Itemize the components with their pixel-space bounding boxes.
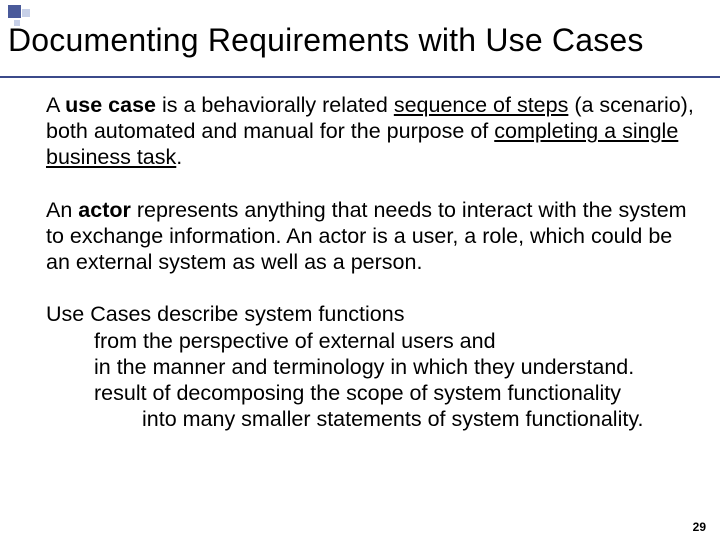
slide-title: Documenting Requirements with Use Cases <box>8 22 720 59</box>
slide-body: A use case is a behaviorally related seq… <box>46 92 695 458</box>
text: is a behaviorally related <box>156 93 394 117</box>
line: from the perspective of external users a… <box>94 328 695 354</box>
line: in the manner and terminology in which t… <box>94 354 695 380</box>
slide: Documenting Requirements with Use Cases … <box>0 0 720 540</box>
title-underline <box>0 76 720 78</box>
paragraph-describe: Use Cases describe system functions from… <box>46 301 695 432</box>
term-sequence-of-steps: sequence of steps <box>394 93 569 117</box>
line: Use Cases describe system functions <box>46 301 695 327</box>
paragraph-actor: An actor represents anything that needs … <box>46 197 695 276</box>
text: A <box>46 93 65 117</box>
term-actor: actor <box>78 198 131 222</box>
page-number: 29 <box>693 520 706 534</box>
line: into many smaller statements of system f… <box>142 406 695 432</box>
text: . <box>176 145 182 169</box>
text: An <box>46 198 78 222</box>
text: represents anything that needs to intera… <box>46 198 687 274</box>
paragraph-usecase: A use case is a behaviorally related seq… <box>46 92 695 171</box>
term-use-case: use case <box>65 93 156 117</box>
line: result of decomposing the scope of syste… <box>94 380 695 406</box>
